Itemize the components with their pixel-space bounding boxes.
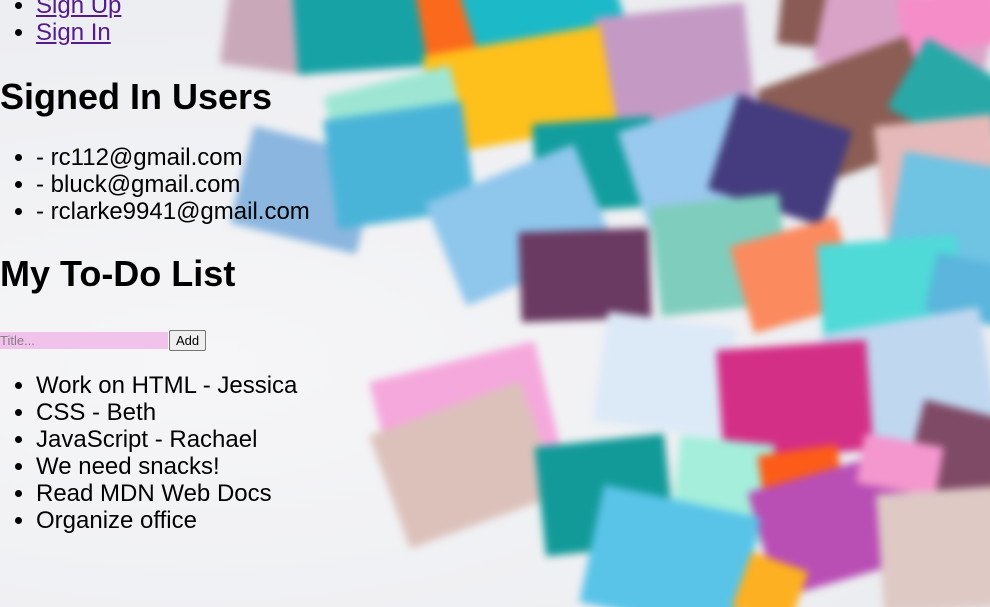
nav-item-sign-in: Sign In <box>36 19 121 46</box>
sign-up-link[interactable]: Sign Up <box>36 0 121 19</box>
user-list-item: - bluck@gmail.com <box>36 171 310 198</box>
todo-list: Work on HTML - Jessica CSS - Beth JavaSc… <box>0 372 297 534</box>
todo-list-item[interactable]: JavaScript - Rachael <box>36 426 297 453</box>
todo-title-input[interactable] <box>0 331 168 349</box>
user-list-item: - rclarke9941@gmail.com <box>36 198 310 225</box>
todo-list-item[interactable]: Work on HTML - Jessica <box>36 372 297 399</box>
signed-in-users-list: - rc112@gmail.com - bluck@gmail.com - rc… <box>0 144 310 225</box>
nav-item-sign-up: Sign Up <box>36 0 121 19</box>
todo-list-heading: My To-Do List <box>0 253 236 294</box>
signed-in-users-heading: Signed In Users <box>0 76 273 117</box>
sign-in-link[interactable]: Sign In <box>36 19 111 46</box>
user-list-item: - rc112@gmail.com <box>36 144 310 171</box>
todo-list-item[interactable]: We need snacks! <box>36 453 297 480</box>
todo-list-item[interactable]: CSS - Beth <box>36 399 297 426</box>
auth-nav: Sign Up Sign In <box>0 0 121 46</box>
add-todo-form: Add <box>0 329 207 351</box>
add-todo-button[interactable]: Add <box>169 329 207 351</box>
todo-list-item[interactable]: Read MDN Web Docs <box>36 480 297 507</box>
todo-list-item[interactable]: Organize office <box>36 507 297 534</box>
